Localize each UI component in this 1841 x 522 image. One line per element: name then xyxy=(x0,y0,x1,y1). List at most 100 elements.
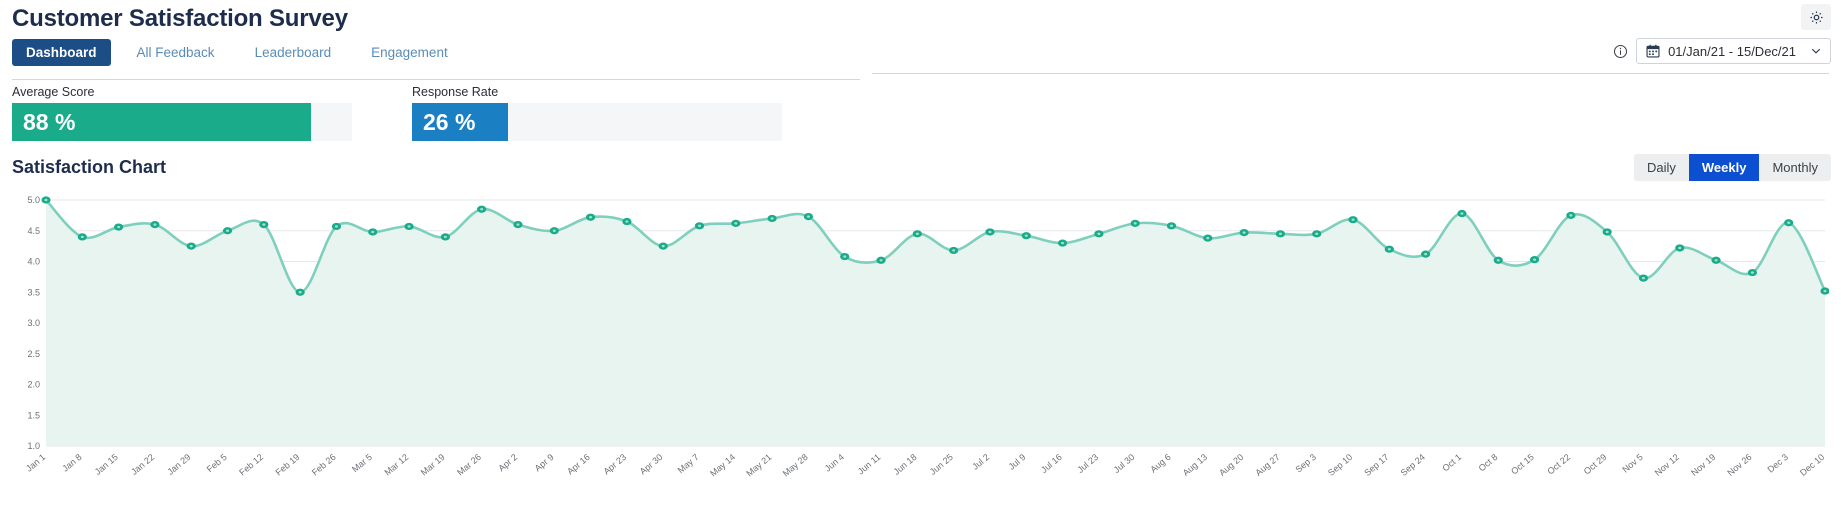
x-axis-tick-label: Aug 27 xyxy=(1253,452,1281,478)
chart-data-point[interactable] xyxy=(440,233,450,241)
chart-data-point[interactable] xyxy=(1239,228,1249,237)
x-axis-tick-label: Jan 1 xyxy=(24,452,47,474)
x-axis-tick-label: Feb 26 xyxy=(310,452,338,478)
chart-data-point[interactable] xyxy=(912,230,922,238)
chart-data-point[interactable] xyxy=(513,221,523,229)
chart-data-point[interactable] xyxy=(1493,256,1503,264)
granularity-daily-button[interactable]: Daily xyxy=(1633,154,1689,181)
chart-data-point[interactable] xyxy=(585,213,596,221)
date-range-select[interactable]: 01/Jan/21 - 15/Dec/21 xyxy=(1636,38,1831,64)
granularity-monthly-button[interactable]: Monthly xyxy=(1759,154,1831,181)
x-axis-tick-label: Nov 5 xyxy=(1620,452,1644,475)
y-axis-tick-label: 4.5 xyxy=(27,226,40,236)
x-axis-tick-label: Sep 10 xyxy=(1326,452,1354,478)
chart-data-point-center xyxy=(1387,248,1391,251)
chart-data-point[interactable] xyxy=(1312,230,1322,238)
x-axis-tick-label: Feb 12 xyxy=(237,452,265,478)
chart-data-point-center xyxy=(1823,289,1827,293)
chart-data-point[interactable] xyxy=(1348,216,1358,224)
chart-data-point[interactable] xyxy=(622,217,632,226)
chart-data-point[interactable] xyxy=(1094,230,1104,238)
chart-data-point-center xyxy=(988,230,992,234)
chart-data-point[interactable] xyxy=(840,252,850,261)
chart-data-point-center xyxy=(371,230,375,234)
y-axis-tick-label: 2.5 xyxy=(27,349,40,359)
tab-engagement[interactable]: Engagement xyxy=(357,39,462,66)
x-axis-tick-label: Apr 2 xyxy=(496,452,519,473)
chart-data-point-center xyxy=(44,198,48,202)
chart-data-point-center xyxy=(552,229,556,232)
x-axis-tick-label: Jul 23 xyxy=(1075,452,1100,475)
chart-data-point-center xyxy=(1496,259,1500,262)
x-axis-tick-label: May 28 xyxy=(781,452,810,479)
chart-data-point[interactable] xyxy=(1675,244,1685,252)
chart-data-point[interactable] xyxy=(876,256,886,264)
chart-data-point[interactable] xyxy=(1203,234,1213,242)
chart-data-point[interactable] xyxy=(404,222,414,231)
chart-data-point[interactable] xyxy=(731,219,741,227)
chart-data-point[interactable] xyxy=(77,233,87,241)
chart-data-point-center xyxy=(1605,230,1609,234)
chart-data-point[interactable] xyxy=(295,288,305,296)
chart-data-point-center xyxy=(407,225,411,228)
info-circle-icon[interactable] xyxy=(1613,44,1628,59)
x-axis-tick-label: Jun 4 xyxy=(823,452,846,474)
chart-data-point[interactable] xyxy=(985,228,995,236)
chart-data-point-center xyxy=(226,229,230,232)
x-axis-tick-label: Dec 3 xyxy=(1766,452,1790,475)
chart-data-point-center xyxy=(1750,271,1754,274)
x-axis-tick-label: Aug 20 xyxy=(1217,452,1245,478)
chart-data-point[interactable] xyxy=(1130,219,1140,227)
chart-data-point[interactable] xyxy=(331,222,342,231)
tab-leaderboard[interactable]: Leaderboard xyxy=(241,39,346,66)
x-axis-tick-label: Oct 15 xyxy=(1509,452,1536,477)
chart-data-point[interactable] xyxy=(803,213,814,221)
chart-data-point[interactable] xyxy=(1057,239,1068,247)
date-range-control: 01/Jan/21 - 15/Dec/21 xyxy=(1613,38,1831,64)
x-axis-tick-label: Jul 30 xyxy=(1112,452,1137,475)
chart-data-point[interactable] xyxy=(368,228,378,236)
chart-data-point[interactable] xyxy=(1275,230,1286,238)
tab-all-feedback[interactable]: All Feedback xyxy=(123,39,229,66)
chart-data-point[interactable] xyxy=(186,242,196,250)
tab-dashboard[interactable]: Dashboard xyxy=(12,39,111,66)
chart-data-point[interactable] xyxy=(1021,232,1031,240)
chart-data-point[interactable] xyxy=(1566,211,1576,219)
chart-data-point[interactable] xyxy=(1421,250,1431,258)
chart-data-point-center xyxy=(189,244,193,248)
chart-data-point[interactable] xyxy=(1711,256,1721,264)
chart-data-point[interactable] xyxy=(150,221,160,229)
x-axis-tick-label: Jan 8 xyxy=(60,452,83,474)
chart-data-point[interactable] xyxy=(1166,222,1177,230)
chart-data-point[interactable] xyxy=(41,196,51,204)
chart-data-point[interactable] xyxy=(767,214,777,223)
chart-data-point[interactable] xyxy=(477,205,487,213)
chart-data-point[interactable] xyxy=(694,222,705,230)
chart-data-point[interactable] xyxy=(549,227,559,235)
chevron-down-icon[interactable] xyxy=(1810,45,1822,57)
x-axis-tick-label: Jul 16 xyxy=(1039,452,1064,475)
chart-data-point[interactable] xyxy=(1602,228,1612,236)
satisfaction-chart[interactable]: 1.0 1.5 2.0 2.5 3.0 3.5 4.0 4.5 5.0 Jan 1 Jan 8 Jan… xyxy=(12,196,1829,522)
chart-data-point[interactable] xyxy=(1747,268,1757,277)
x-axis-tick-label: Sep 24 xyxy=(1399,452,1427,478)
chart-data-point[interactable] xyxy=(1784,219,1794,227)
chart-data-point-center xyxy=(1351,218,1355,221)
chart-data-point-center xyxy=(952,249,956,252)
chart-data-point[interactable] xyxy=(1638,274,1649,282)
chart-data-point[interactable] xyxy=(1529,256,1540,264)
chart-data-point-center xyxy=(1242,231,1246,234)
chart-data-point[interactable] xyxy=(259,221,269,229)
chart-data-point[interactable] xyxy=(1457,209,1467,218)
satisfaction-chart-svg[interactable]: 1.0 1.5 2.0 2.5 3.0 3.5 4.0 4.5 5.0 Jan 1 Jan 8 Jan… xyxy=(12,196,1829,522)
chart-data-point[interactable] xyxy=(949,246,959,255)
chart-data-point[interactable] xyxy=(658,242,668,250)
chart-data-point[interactable] xyxy=(1384,245,1394,253)
granularity-weekly-button[interactable]: Weekly xyxy=(1688,154,1760,181)
chart-data-point[interactable] xyxy=(114,223,124,231)
chart-data-point-center xyxy=(1460,212,1464,215)
chart-data-point-center xyxy=(1024,234,1028,237)
y-axis-tick-label: 1.5 xyxy=(27,410,40,420)
settings-gear-button[interactable] xyxy=(1801,4,1831,30)
chart-data-point[interactable] xyxy=(222,227,233,235)
